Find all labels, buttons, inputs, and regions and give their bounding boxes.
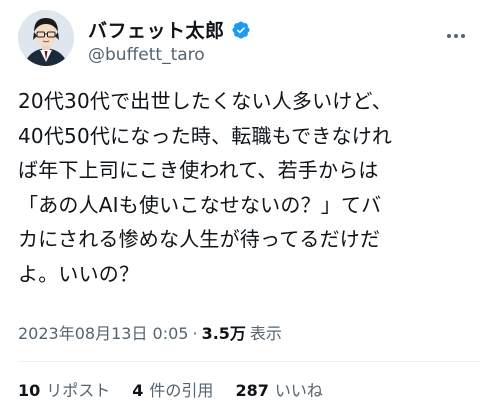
tweet-line: よ。いいの？ [18, 261, 140, 286]
tweet-line: ば年下上司にこき使われて、若手からは [18, 158, 379, 182]
tweet-timestamp[interactable]: 2023年08月13日 0:05 [18, 320, 188, 344]
engagement-stats: 10 リポスト 4 件の引用 287 いいね [18, 377, 323, 401]
quotes-stat[interactable]: 4 件の引用 [132, 377, 213, 401]
quotes-count: 4 [132, 381, 144, 400]
likes-label: いいね [274, 381, 323, 400]
reposts-stat[interactable]: 10 リポスト [18, 377, 110, 401]
avatar[interactable] [18, 10, 74, 66]
tweet-line: 20代30代で出世したくない人多いけど、 [18, 89, 392, 113]
quotes-label: 件の引用 [149, 381, 214, 400]
views-count: 3.5万 [201, 324, 246, 343]
tweet-line: カにされる惨めな人生が待ってるだけだ [18, 227, 381, 251]
tweet-line: 「あの人AIも使いこなせないの？」てバ [18, 192, 382, 217]
verified-badge-icon[interactable] [231, 20, 251, 40]
likes-count: 287 [235, 381, 269, 400]
divider [18, 361, 480, 362]
reposts-count: 10 [18, 381, 41, 400]
tweet-line: 40代50代になった時、転職もできなけれ [18, 123, 393, 148]
meta-separator: · [192, 324, 198, 343]
tweet-header: バフェット太郎 @buffett_taro [18, 10, 468, 74]
reposts-label: リポスト [46, 381, 111, 400]
name-row: バフェット太郎 [88, 16, 251, 43]
tweet-text: 20代30代で出世したくない人多いけど、 40代50代になった時、転職もできなけ… [18, 84, 468, 291]
tweet-meta: 2023年08月13日 0:05 · 3.5万 表示 [18, 320, 282, 344]
more-options-icon[interactable] [444, 24, 468, 48]
author-handle[interactable]: @buffett_taro [88, 45, 205, 65]
views-label: 表示 [249, 324, 282, 343]
author-display-name[interactable]: バフェット太郎 [88, 16, 225, 43]
likes-stat[interactable]: 287 いいね [235, 377, 322, 401]
avatar-illustration [18, 10, 74, 66]
